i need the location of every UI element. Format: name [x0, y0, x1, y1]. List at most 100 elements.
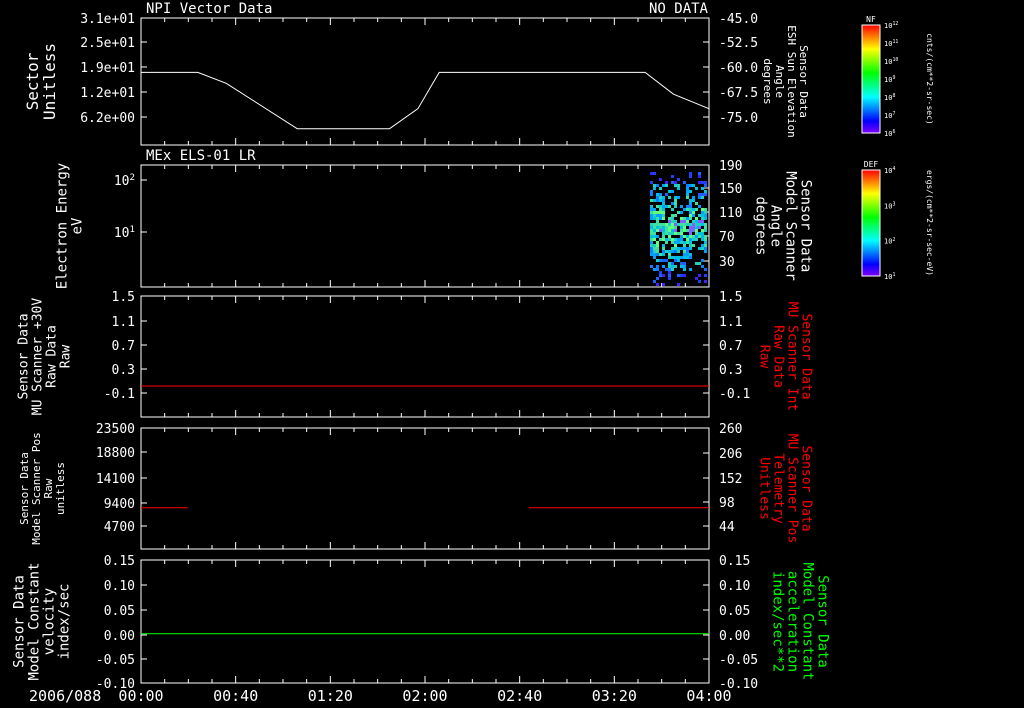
- panel-title: NPI Vector Data: [146, 1, 272, 17]
- heatmap-cell: [695, 235, 698, 238]
- heatmap-cell: [668, 274, 671, 277]
- y-tick-label-left: -0.1: [104, 387, 135, 402]
- heatmap-cell: [662, 184, 665, 187]
- heatmap-cell: [653, 244, 656, 247]
- heatmap-cell: [680, 238, 683, 241]
- heatmap-cell: [665, 181, 668, 184]
- heatmap-cell: [680, 256, 683, 259]
- heatmap-cell: [650, 190, 653, 193]
- heatmap-cell: [683, 181, 686, 184]
- x-tick-label: 01:20: [308, 687, 353, 705]
- heatmap-cell: [656, 247, 659, 250]
- y-axis-label-right: Raw Data: [771, 325, 786, 388]
- heatmap-cell: [689, 235, 692, 238]
- y-tick-label-right: 44: [719, 520, 735, 535]
- heatmap-cell: [656, 259, 659, 262]
- heatmap-cell: [704, 190, 707, 193]
- colorbar-tick-label: 101: [884, 272, 895, 281]
- heatmap-cell: [665, 241, 668, 244]
- heatmap-cell: [668, 232, 671, 235]
- heatmap-cell: [692, 226, 695, 229]
- heatmap-cell: [665, 226, 668, 229]
- heatmap-cell: [665, 229, 668, 232]
- heatmap-cell: [659, 196, 662, 199]
- y-axis-label-left: Raw: [59, 345, 74, 369]
- heatmap-cell: [659, 214, 662, 217]
- y-axis-label-right: Angle: [768, 205, 784, 247]
- heatmap-cell: [704, 244, 707, 247]
- heatmap-cell: [680, 223, 683, 226]
- heatmap-cell: [701, 232, 704, 235]
- heatmap-cell: [668, 220, 671, 223]
- series-line-elevation: [141, 71, 710, 130]
- heatmap-cell: [704, 280, 707, 283]
- heatmap-cell: [698, 226, 701, 229]
- y-tick-label-left: 0.15: [104, 554, 135, 569]
- heatmap-cell: [650, 244, 653, 247]
- heatmap-cell: [659, 223, 662, 226]
- heatmap-cell: [665, 184, 668, 187]
- heatmap-cell: [674, 184, 677, 187]
- y-tick-label-left: 2.5e+01: [80, 36, 135, 51]
- heatmap-cell: [689, 253, 692, 256]
- heatmap-cell: [680, 274, 683, 277]
- heatmap-cell: [686, 193, 689, 196]
- heatmap-cell: [653, 172, 656, 175]
- heatmap-cell: [701, 208, 704, 211]
- heatmap-cell: [668, 268, 671, 271]
- heatmap-cell: [671, 232, 674, 235]
- heatmap-cell: [674, 244, 677, 247]
- heatmap-cell: [662, 223, 665, 226]
- heatmap-cell: [683, 226, 686, 229]
- heatmap-cell: [677, 250, 680, 253]
- heatmap-cell: [665, 193, 668, 196]
- heatmap-cell: [683, 244, 686, 247]
- heatmap-cell: [674, 256, 677, 259]
- heatmap-cell: [698, 205, 701, 208]
- heatmap-cell: [656, 184, 659, 187]
- heatmap-cell: [656, 193, 659, 196]
- y-tick-label-right: 206: [719, 447, 742, 462]
- y-tick-label-left: 23500: [96, 422, 135, 437]
- heatmap-cell: [665, 238, 668, 241]
- heatmap-cell: [701, 247, 704, 250]
- heatmap-cell: [674, 241, 677, 244]
- heatmap-cell: [689, 214, 692, 217]
- panel-1: [140, 17, 710, 146]
- heatmap-cell: [704, 238, 707, 241]
- heatmap-cell: [656, 241, 659, 244]
- heatmap-cell: [680, 205, 683, 208]
- heatmap-cell: [668, 253, 671, 256]
- y-tick-label-left: 102: [114, 173, 135, 189]
- heatmap-cell: [674, 232, 677, 235]
- heatmap-cell: [677, 238, 680, 241]
- colorbar-tick-label: 108: [884, 93, 895, 102]
- heatmap-cell: [671, 265, 674, 268]
- panel-2: [140, 164, 710, 288]
- heatmap-cell: [671, 223, 674, 226]
- x-tick-label: 00:40: [213, 687, 258, 705]
- y-tick-label-right: 0.10: [719, 579, 750, 594]
- heatmap-cell: [698, 181, 701, 184]
- heatmap-cell: [689, 208, 692, 211]
- heatmap-cell: [662, 205, 665, 208]
- heatmap-cell: [659, 199, 662, 202]
- heatmap-cell: [662, 211, 665, 214]
- heatmap-cell: [689, 232, 692, 235]
- y-tick-label-left: 1.2e+01: [80, 86, 135, 101]
- heatmap-cell: [680, 235, 683, 238]
- heatmap-cell: [650, 208, 653, 211]
- y-axis-label-right: acceleration: [785, 571, 801, 672]
- heatmap-cell: [668, 217, 671, 220]
- heatmap-cell: [650, 205, 653, 208]
- heatmap-cell: [677, 211, 680, 214]
- heatmap-cell: [653, 247, 656, 250]
- y-tick-label-right: -0.1: [719, 387, 750, 402]
- heatmap-cell: [689, 229, 692, 232]
- heatmap-cell: [683, 256, 686, 259]
- heatmap-cell: [689, 205, 692, 208]
- heatmap-cell: [674, 226, 677, 229]
- heatmap-cell: [662, 274, 665, 277]
- heatmap-cell: [695, 238, 698, 241]
- heatmap-cell: [671, 217, 674, 220]
